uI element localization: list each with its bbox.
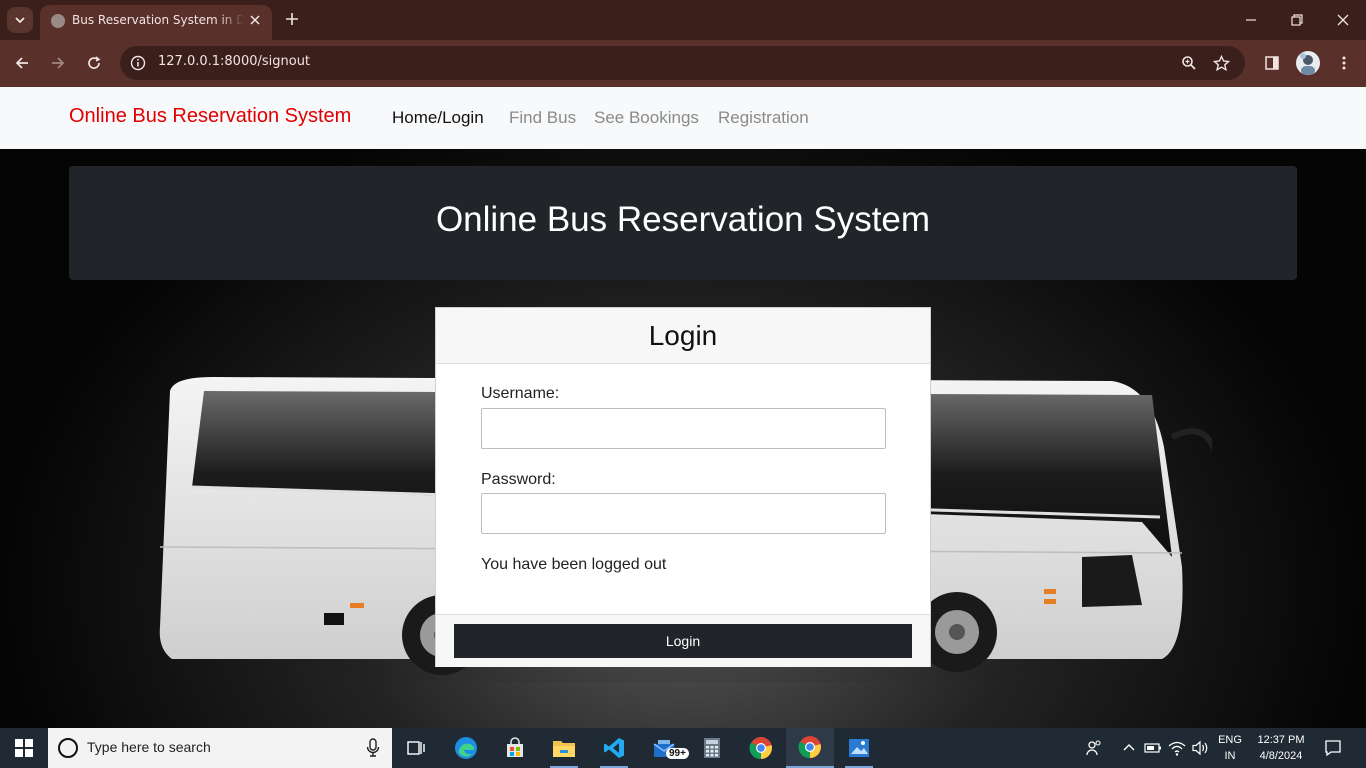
language-text: ENG (1218, 734, 1242, 746)
windows-taskbar: Type here to search 99+ ENG IN 12:37 PM … (0, 728, 1366, 768)
chrome-icon[interactable] (786, 728, 834, 768)
password-label: Password: (481, 471, 556, 488)
forward-button[interactable] (46, 51, 70, 75)
login-card: Login Username: Password: You have been … (435, 307, 931, 667)
people-icon[interactable] (1084, 738, 1104, 758)
start-button[interactable] (0, 728, 48, 768)
login-card-footer: Login (436, 614, 930, 667)
close-icon (1337, 14, 1349, 26)
web-page: Online Bus Reservation System Home/Login… (0, 87, 1366, 728)
back-button[interactable] (10, 51, 34, 75)
url-text[interactable]: 127.0.0.1:8000/signout (158, 54, 310, 69)
avatar-icon (1300, 53, 1315, 75)
minimize-button[interactable] (1239, 8, 1263, 32)
side-panel-button[interactable] (1260, 51, 1284, 75)
nav-link-registration[interactable]: Registration (718, 108, 809, 128)
edge-icon[interactable] (442, 728, 490, 768)
windows-logo-icon (15, 739, 33, 757)
browser-tab-active[interactable]: Bus Reservation System in Django (40, 5, 272, 40)
username-label: Username: (481, 385, 560, 402)
task-view-icon[interactable] (392, 728, 440, 768)
arrow-right-icon (52, 57, 65, 69)
microphone-icon[interactable] (366, 738, 380, 758)
site-navbar: Online Bus Reservation System Home/Login… (0, 87, 1366, 149)
search-placeholder: Type here to search (87, 739, 211, 755)
login-card-title: Login (648, 320, 718, 351)
login-button[interactable]: Login (454, 624, 912, 658)
clock[interactable]: 12:37 PM 4/8/2024 (1250, 732, 1312, 764)
password-input[interactable] (481, 493, 886, 534)
close-icon (250, 15, 260, 25)
browser-tab-strip: Bus Reservation System in Django (0, 0, 1366, 40)
battery-icon[interactable] (1143, 738, 1163, 758)
taskbar-search-box[interactable]: Type here to search (48, 728, 392, 768)
file-explorer-icon[interactable] (540, 728, 588, 768)
profile-avatar[interactable] (1296, 51, 1320, 75)
chrome-menu-button[interactable] (1332, 51, 1356, 75)
logout-message: You have been logged out (481, 556, 667, 573)
volume-icon[interactable] (1190, 738, 1210, 758)
nav-link-home-login[interactable]: Home/Login (392, 108, 484, 128)
globe-icon (51, 14, 65, 28)
hero-banner: Online Bus Reservation System (69, 166, 1297, 280)
chrome-icon[interactable] (737, 728, 785, 768)
bookmark-star-icon[interactable] (1212, 54, 1230, 72)
photos-icon[interactable] (835, 728, 883, 768)
tab-close-button[interactable] (248, 13, 262, 27)
zoom-icon[interactable] (1180, 54, 1198, 72)
wifi-icon[interactable] (1167, 738, 1187, 758)
arrow-left-icon (15, 57, 28, 69)
input-language-indicator[interactable]: ENG IN (1214, 732, 1246, 764)
region-text: IN (1224, 750, 1236, 762)
mail-badge: 99+ (666, 748, 689, 759)
login-card-header: Login (436, 308, 930, 364)
browser-toolbar: 127.0.0.1:8000/signout (0, 40, 1366, 87)
reload-icon (88, 56, 101, 69)
address-bar[interactable]: 127.0.0.1:8000/signout (120, 46, 1245, 80)
tab-title: Bus Reservation System in Django (72, 13, 244, 27)
new-tab-button[interactable] (282, 8, 302, 30)
nav-link-see-bookings[interactable]: See Bookings (594, 108, 699, 128)
brand-link[interactable]: Online Bus Reservation System (69, 105, 351, 128)
restore-icon (1291, 14, 1303, 26)
close-window-button[interactable] (1331, 8, 1355, 32)
cortana-icon (58, 738, 78, 758)
tab-search-button[interactable] (7, 7, 33, 33)
action-center-icon[interactable] (1323, 738, 1343, 758)
minimize-icon (1246, 19, 1256, 21)
calculator-icon[interactable] (688, 728, 736, 768)
site-info-icon[interactable] (129, 54, 147, 72)
username-input[interactable] (481, 408, 886, 449)
clock-time: 12:37 PM (1257, 734, 1305, 746)
store-icon[interactable] (491, 728, 539, 768)
plus-icon (286, 13, 298, 25)
hero-title: Online Bus Reservation System (435, 200, 931, 239)
side-panel-icon (1265, 56, 1279, 70)
reload-button[interactable] (82, 51, 106, 75)
more-vertical-icon (1342, 56, 1346, 70)
mail-icon[interactable]: 99+ (640, 728, 689, 768)
chevron-up-icon[interactable] (1119, 738, 1139, 758)
vscode-icon[interactable] (590, 728, 638, 768)
clock-date: 4/8/2024 (1259, 750, 1303, 762)
restore-button[interactable] (1285, 8, 1309, 32)
nav-link-find-bus[interactable]: Find Bus (509, 108, 576, 128)
chevron-down-icon (15, 17, 25, 24)
